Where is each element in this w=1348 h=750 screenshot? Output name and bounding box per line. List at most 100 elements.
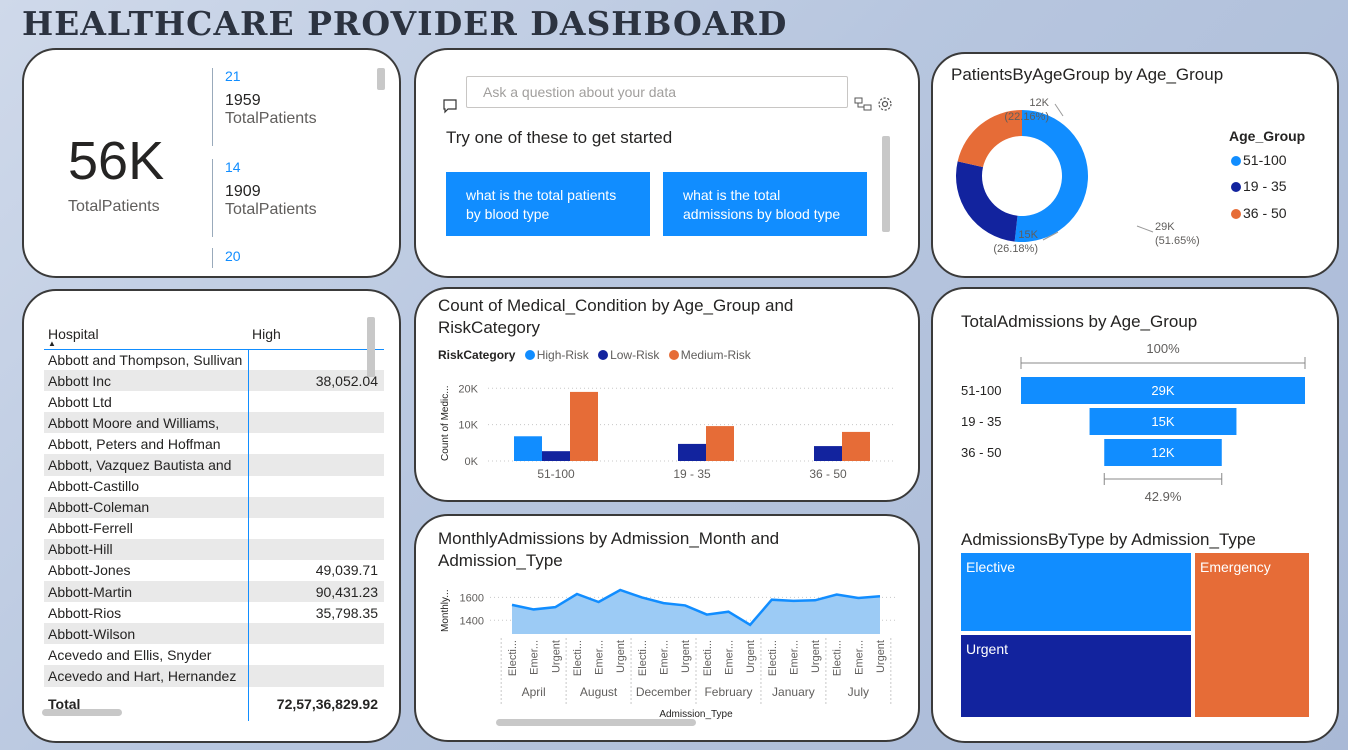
monthly-admissions-card: MonthlyAdmissions by Admission_Month and… <box>414 514 920 742</box>
multi-row-card[interactable]: 21 1959 TotalPatients 14 1909 TotalPatie… <box>212 64 382 274</box>
admission-type-treemap[interactable]: Elective Emergency Urgent <box>961 553 1309 717</box>
column-header-hospital[interactable]: Hospital ▲ <box>44 319 248 350</box>
month-label: December <box>636 685 691 699</box>
qa-prompt-text: Try one of these to get started <box>446 128 673 147</box>
treemap-cell-elective[interactable]: Elective <box>961 553 1193 633</box>
table-horizontal-scrollbar[interactable] <box>42 709 122 716</box>
column-header-high[interactable]: High <box>248 319 384 350</box>
donut-legend: Age_Group <box>1229 128 1305 144</box>
x-type-label: Electi... <box>832 640 844 676</box>
qa-search-input[interactable]: Ask a question about your data <box>466 76 848 108</box>
leader-line <box>1136 225 1154 233</box>
hospital-cell: Abbott-Wilson <box>44 623 248 645</box>
chat-icon[interactable] <box>442 98 458 114</box>
high-cell: 38,052.04 <box>247 370 384 392</box>
y-tick-label: 10K <box>458 420 478 432</box>
monthly-area-chart[interactable]: 1600 1400 Monthly... Electi... Emer... Urgent… <box>416 516 920 742</box>
high-cell <box>247 496 384 518</box>
area-horizontal-scrollbar[interactable] <box>496 719 696 726</box>
x-type-label: Emer... <box>594 640 606 675</box>
x-type-label: Urgent <box>680 640 692 673</box>
sort-ascending-icon: ▲ <box>48 339 56 348</box>
table-row[interactable]: Abbott Inc 38,052.04 <box>44 370 384 392</box>
table-row[interactable]: Acevedo and Hart, Hernandez <box>44 665 384 687</box>
donut-slice <box>956 161 1018 242</box>
table-row[interactable]: Abbott Ltd <box>44 391 384 413</box>
legend-item[interactable]: 36 - 50 <box>1225 205 1287 221</box>
hospital-table[interactable]: Hospital ▲ High Abbott and Thompson, Sul… <box>44 319 384 721</box>
kpi-scrollbar[interactable] <box>377 68 385 90</box>
x-type-label: Emer... <box>529 640 541 675</box>
hospital-cell: Abbott-Ferrell <box>48 520 133 537</box>
hospital-cell: Abbott, Vazquez Bautista and <box>44 454 248 476</box>
treemap-cell-emergency[interactable]: Emergency <box>1195 553 1309 717</box>
qa-suggestion-button[interactable]: what is the total patients by blood type <box>446 172 650 236</box>
multi-row-item: 20 <box>212 248 241 268</box>
multi-row-head: 21 <box>225 68 241 84</box>
high-cell <box>247 454 384 476</box>
admissions-card: TotalAdmissions by Age_Group 100% 29K 51-1… <box>931 287 1339 743</box>
risk-bar-chart[interactable]: 20K 10K 0K Count of Medic... 51-100 19 - 35 36… <box>416 289 920 502</box>
suggestion-line: what is the total patients <box>466 187 617 203</box>
kpi-card: 56K TotalPatients 21 1959 TotalPatients … <box>22 48 401 278</box>
hospital-cell: Abbott-Martin <box>44 581 248 603</box>
donut-data-label: (22.16%) <box>1004 111 1049 123</box>
funnel-data-label: 29K <box>1151 383 1174 398</box>
high-cell: 35,798.35 <box>247 602 384 624</box>
legend-item[interactable]: 19 - 35 <box>1225 178 1287 194</box>
table-row[interactable]: Abbott Moore and Williams, <box>44 412 384 434</box>
risk-bar-chart-card: Count of Medical_Condition by Age_Group … <box>414 287 920 502</box>
qa-suggestion-button[interactable]: what is the total admissions by blood ty… <box>663 172 867 236</box>
funnel-top-pct: 100% <box>1146 341 1180 356</box>
table-row[interactable]: Acevedo and Ellis, Snyder <box>44 644 384 666</box>
multi-row-value: 1959 <box>225 92 261 109</box>
funnel-category-label: 19 - 35 <box>961 414 1001 429</box>
hospital-cell: Abbott Ltd <box>48 393 112 410</box>
suggestion-line: by blood type <box>466 206 550 222</box>
high-cell <box>247 391 384 413</box>
high-cell <box>247 475 384 497</box>
multi-row-label: TotalPatients <box>225 201 317 218</box>
x-type-label: Emer... <box>659 640 671 675</box>
admissions-funnel-chart[interactable]: 100% 29K 51-100 15K 19 - 35 12K 36 - 50 42.9% <box>933 289 1339 519</box>
gear-icon[interactable] <box>877 96 893 112</box>
multi-row-value: 1909 <box>225 183 261 200</box>
table-row[interactable]: Abbott and Thompson, Sullivan <box>44 349 384 371</box>
bar-medium-risk <box>570 391 598 461</box>
table-row[interactable]: Abbott-Hill <box>44 538 384 560</box>
suggestion-line: admissions by blood type <box>683 206 841 222</box>
legend-item[interactable]: 51-100 <box>1225 152 1287 168</box>
dashboard-title: HEALTHCARE PROVIDER DASHBOARD <box>22 4 788 43</box>
table-row[interactable]: Abbott, Vazquez Bautista and <box>44 454 384 476</box>
table-row[interactable]: Abbott-Jones 49,039.71 <box>44 559 384 582</box>
month-label: August <box>580 685 618 699</box>
qa-placeholder: Ask a question about your data <box>483 84 677 100</box>
table-row[interactable]: Abbott-Coleman <box>44 496 384 518</box>
x-tick-label: 51-100 <box>537 467 575 481</box>
table-row[interactable]: Abbott-Martin 90,431.23 <box>44 581 384 603</box>
hospital-cell: Abbott-Hill <box>44 538 248 560</box>
donut-data-label: (51.65%) <box>1155 235 1200 247</box>
treemap-cell-urgent[interactable]: Urgent <box>961 635 1193 717</box>
table-vertical-scrollbar[interactable] <box>367 317 375 377</box>
y-tick-label: 0K <box>465 456 479 468</box>
table-row[interactable]: Abbott-Wilson <box>44 623 384 645</box>
donut-data-label: 15K <box>1018 229 1038 241</box>
total-patients-label: TotalPatients <box>68 198 160 215</box>
y-tick-label: 1600 <box>460 592 484 604</box>
x-type-label: Emer... <box>853 640 865 675</box>
qa-scrollbar[interactable] <box>882 136 890 232</box>
hospital-cell: Abbott, Peters and Hoffman <box>48 435 221 452</box>
table-row[interactable]: Abbott-Castillo <box>44 475 384 497</box>
x-type-label: Urgent <box>745 640 757 673</box>
table-row[interactable]: Abbott-Ferrell <box>44 517 384 539</box>
qa-card: Ask a question about your data Try one o… <box>414 48 920 278</box>
funnel-category-label: 51-100 <box>961 383 1001 398</box>
hierarchy-icon[interactable] <box>854 96 872 112</box>
y-axis-label: Monthly... <box>440 589 451 632</box>
high-cell <box>247 349 384 371</box>
donut-slice <box>1014 110 1088 242</box>
table-row[interactable]: Abbott-Rios 35,798.35 <box>44 602 384 624</box>
table-row[interactable]: Abbott, Peters and Hoffman <box>44 433 384 455</box>
donut-data-label: (26.18%) <box>993 243 1038 255</box>
